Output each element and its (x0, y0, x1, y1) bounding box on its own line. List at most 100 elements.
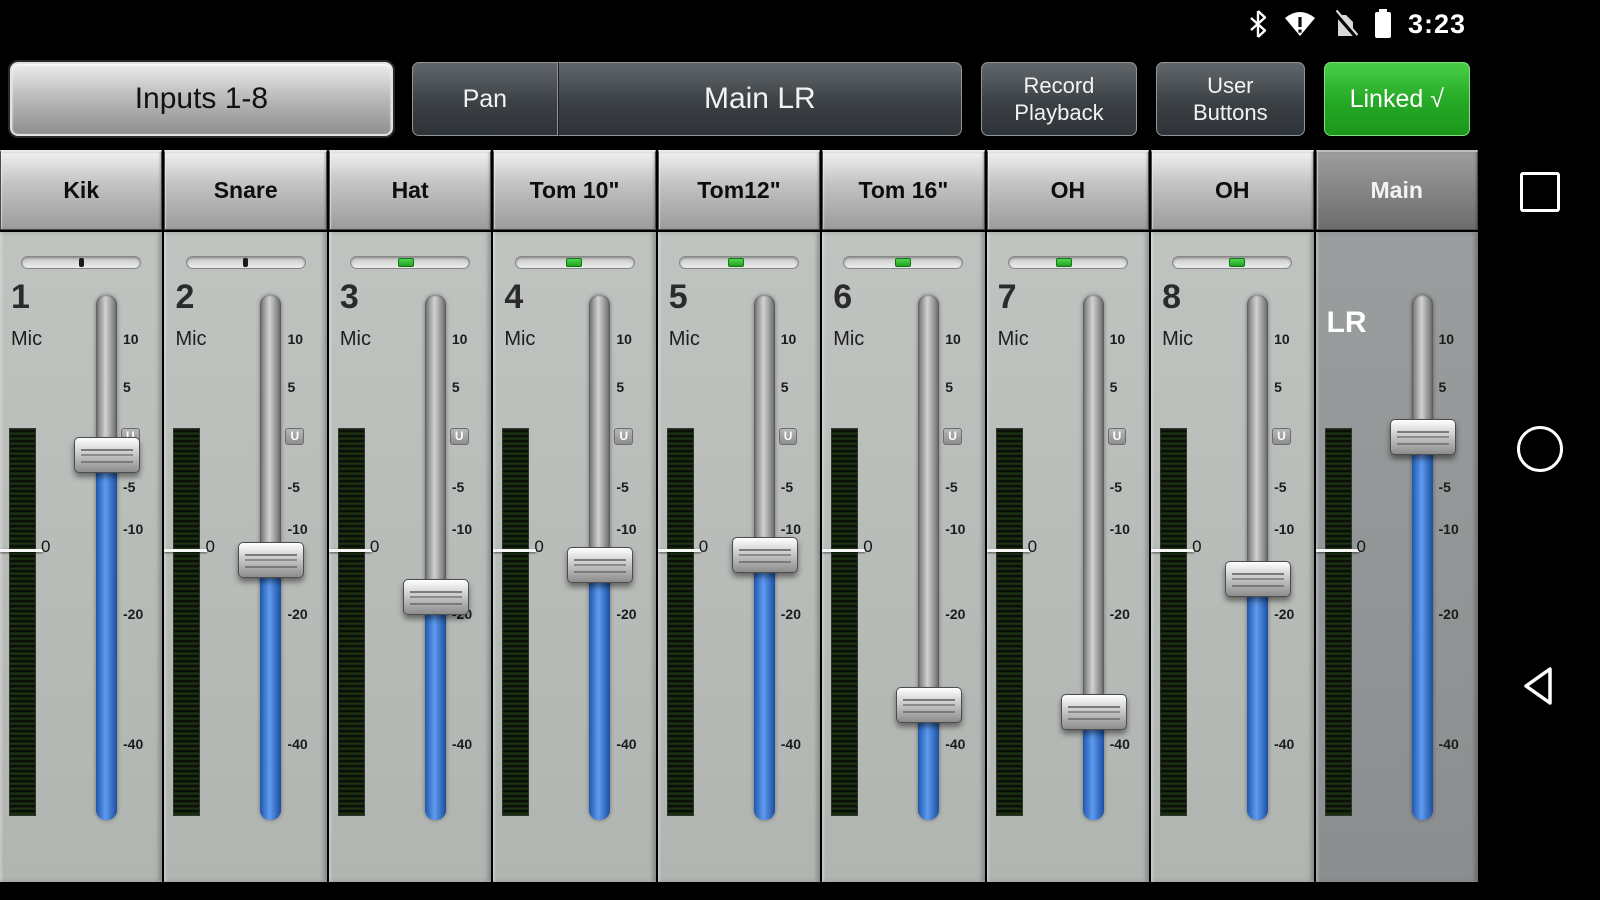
fader-handle[interactable] (1225, 561, 1291, 597)
fader-handle[interactable] (1390, 419, 1456, 455)
android-nav-bar (1480, 0, 1600, 900)
linked-button[interactable]: Linked √ (1324, 62, 1471, 136)
channel-header[interactable]: Tom12" (658, 150, 820, 230)
channel-source-type: Mic (998, 328, 1029, 351)
fader-fill (1247, 579, 1268, 821)
fader-handle[interactable] (732, 537, 798, 573)
channel-strip: 3 Mic 0 105U-5-10-20-40 (329, 232, 491, 882)
fader-handle[interactable] (403, 579, 469, 615)
channel-number: 3 (340, 278, 359, 317)
pan-marker (728, 258, 744, 267)
fader-scale--40: -40 (1439, 736, 1459, 752)
user-buttons-button[interactable]: User Buttons (1156, 62, 1304, 136)
pan-marker (566, 258, 582, 267)
user-buttons-line1: User (1207, 72, 1253, 100)
fader-scale: 105U-5-10-20-40 (450, 232, 491, 882)
meter-zero-tick (1316, 549, 1359, 552)
channel-source-type: Mic (669, 328, 700, 351)
fader-scale-5: 5 (287, 379, 295, 395)
meter-zero-label: 0 (41, 537, 50, 557)
fader-handle[interactable] (567, 547, 633, 583)
level-meter (1160, 428, 1187, 816)
channel-number: 7 (998, 278, 1017, 317)
channel-header[interactable]: Kik (0, 150, 162, 230)
fader-handle[interactable] (74, 437, 140, 473)
meter-zero-tick (0, 549, 43, 552)
fader-handle[interactable] (896, 687, 962, 723)
fader-scale-unity: U (614, 428, 633, 445)
pan-marker (79, 258, 84, 267)
fader-handle[interactable] (238, 542, 304, 578)
fader-scale--5: -5 (452, 479, 464, 495)
pan-slider[interactable] (21, 256, 141, 269)
pan-slider[interactable] (186, 256, 306, 269)
channel-header[interactable]: Hat (329, 150, 491, 230)
pan-slider[interactable] (515, 256, 635, 269)
pan-marker (1229, 258, 1245, 267)
record-playback-button[interactable]: Record Playback (981, 62, 1137, 136)
level-meter (9, 428, 36, 816)
fader-scale--5: -5 (1110, 479, 1122, 495)
channel-header-label: Kik (63, 177, 99, 204)
level-meter (1325, 428, 1352, 816)
main-header[interactable]: Main (1316, 150, 1478, 230)
fader-fill (425, 597, 446, 820)
level-meter (996, 428, 1023, 816)
fader-scale--40: -40 (945, 736, 965, 752)
channel-header-row: Kik Snare Hat Tom 10" Tom12" Tom 16" OH … (0, 150, 1480, 230)
channel-source-type: Mic (504, 328, 535, 351)
channel-header[interactable]: Tom 16" (822, 150, 984, 230)
channel-number: 1 (11, 278, 30, 317)
user-buttons-line2: Buttons (1193, 99, 1268, 127)
fader-scale--10: -10 (1274, 521, 1294, 537)
fader-scale--40: -40 (123, 736, 143, 752)
level-meter (667, 428, 694, 816)
channel-number: 6 (833, 278, 852, 317)
fader-scale--5: -5 (781, 479, 793, 495)
inputs-1-8-button[interactable]: Inputs 1-8 (10, 62, 393, 136)
channel-header[interactable]: Snare (164, 150, 326, 230)
fader-scale--5: -5 (945, 479, 957, 495)
main-lr-button[interactable]: Main LR (558, 62, 962, 136)
fader-fill (96, 455, 117, 820)
meter-zero-tick (329, 549, 372, 552)
channel-header-label: Tom12" (697, 177, 780, 204)
channel-number: 2 (175, 278, 194, 317)
channel-source-type: Mic (175, 328, 206, 351)
pan-slider[interactable] (1172, 256, 1292, 269)
fader-scale-10: 10 (616, 331, 632, 347)
level-meter (831, 428, 858, 816)
meter-zero-tick (164, 549, 207, 552)
fader-scale--5: -5 (616, 479, 628, 495)
fader-scale: 105U-5-10-20-40 (1437, 232, 1478, 882)
fader-scale-unity: U (1272, 428, 1291, 445)
status-bar: 3:23 (0, 0, 1480, 48)
pan-slider[interactable] (1008, 256, 1128, 269)
back-button-icon[interactable] (1519, 664, 1561, 713)
pan-slider[interactable] (679, 256, 799, 269)
pan-marker (398, 258, 414, 267)
channel-header-label: OH (1215, 177, 1250, 204)
mixer-app-screen: 3:23 Inputs 1-8 Pan Main LR Record Playb… (0, 0, 1600, 900)
mixer-strip-area: 1 Mic 0 105U-5-10-20-40 2 Mic 0 105U-5-1… (0, 232, 1480, 882)
meter-zero-label: 0 (370, 537, 379, 557)
pan-slider[interactable] (350, 256, 470, 269)
channel-header[interactable]: OH (1151, 150, 1313, 230)
fader-scale--20: -20 (1110, 606, 1130, 622)
channel-header[interactable]: OH (987, 150, 1149, 230)
recents-button-icon[interactable] (1520, 172, 1560, 212)
fader-fill (1412, 437, 1433, 820)
record-playback-line1: Record (1023, 72, 1094, 100)
fader-handle[interactable] (1061, 694, 1127, 730)
fader-fill (754, 555, 775, 820)
channel-header-label: Main (1371, 177, 1423, 204)
fader-scale--10: -10 (287, 521, 307, 537)
fader-scale--10: -10 (616, 521, 636, 537)
fader-scale--40: -40 (1274, 736, 1294, 752)
home-button-icon[interactable] (1517, 426, 1563, 472)
channel-header[interactable]: Tom 10" (493, 150, 655, 230)
pan-button[interactable]: Pan (412, 62, 558, 136)
fader-scale-5: 5 (123, 379, 131, 395)
fader-scale-10: 10 (287, 331, 303, 347)
pan-slider[interactable] (843, 256, 963, 269)
